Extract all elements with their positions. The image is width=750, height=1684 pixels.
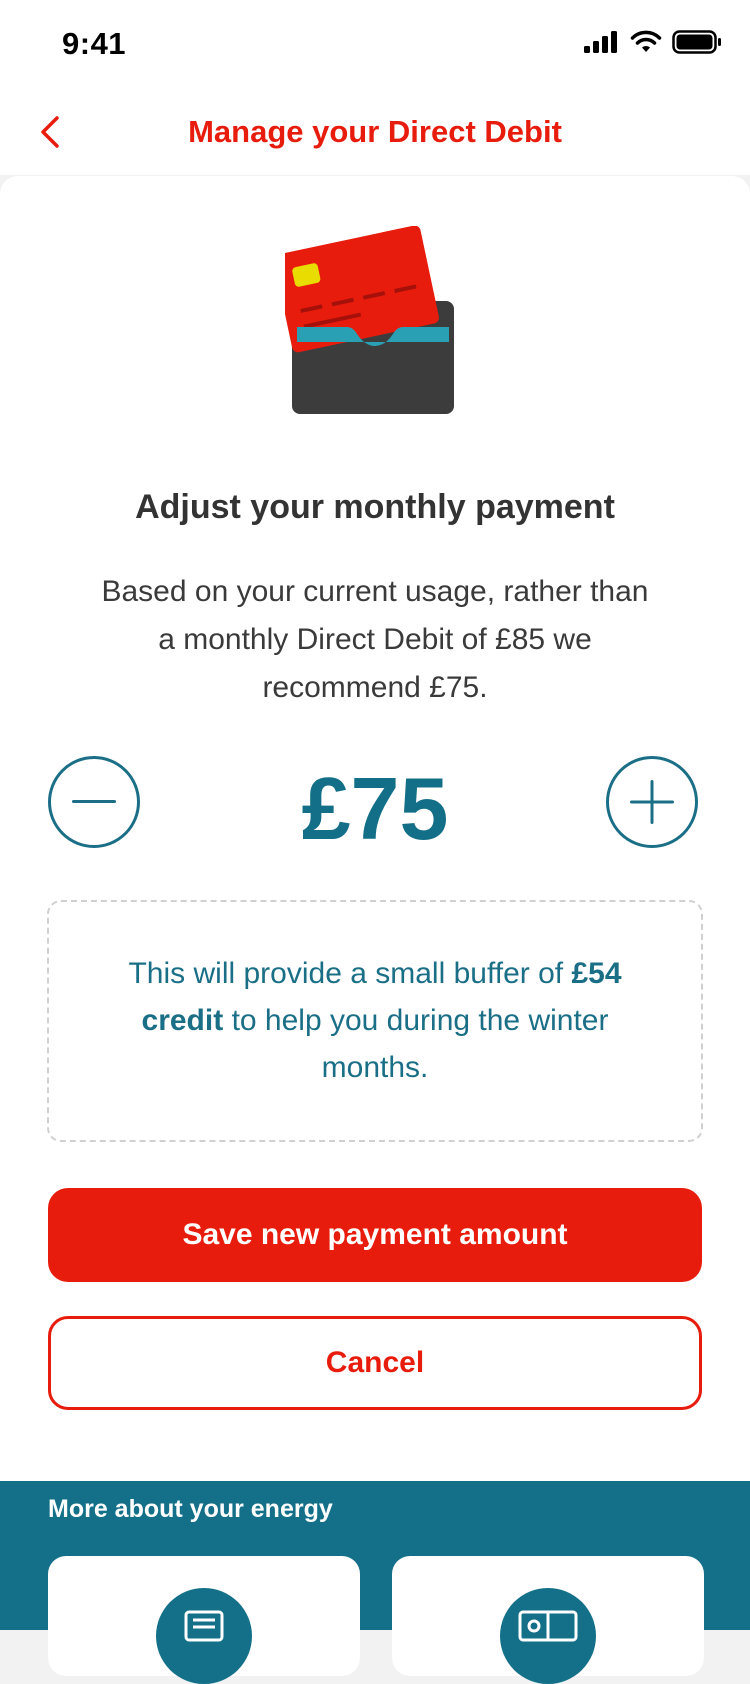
meter-icon — [518, 1610, 578, 1642]
plus-icon — [630, 780, 674, 824]
wallet-card-illustration — [273, 225, 465, 441]
recommendation-text: Based on your current usage, rather than… — [101, 575, 649, 704]
status-bar: 9:41 — [0, 0, 750, 90]
save-button[interactable]: Save new payment amount — [48, 1188, 702, 1282]
energy-tile-meter[interactable] — [392, 1556, 704, 1684]
wifi-icon — [630, 30, 662, 52]
increase-amount-button[interactable] — [606, 756, 698, 848]
wallet-card-icon — [273, 225, 454, 414]
tile-icon-badge — [500, 1588, 596, 1684]
main-card: Adjust your monthly payment Based on you… — [0, 176, 750, 1481]
more-section: More about your energy — [0, 1481, 750, 1684]
page-title: Manage your Direct Debit — [188, 114, 562, 149]
credit-info-box: This will provide a small buffer of £54 … — [47, 900, 703, 1142]
battery-icon — [672, 30, 721, 54]
status-icons — [584, 30, 722, 54]
info-suffix: to help you during the winter months. — [231, 1004, 609, 1084]
energy-tile-documents[interactable] — [48, 1556, 360, 1684]
status-time: 9:41 — [62, 26, 127, 61]
nav-bar: Manage your Direct Debit — [0, 90, 750, 175]
document-icon — [184, 1610, 224, 1642]
section-heading: Adjust your monthly payment — [135, 488, 615, 526]
credit-info-text: This will provide a small buffer of £54 … — [89, 950, 661, 1091]
tile-icon-badge — [156, 1588, 252, 1684]
cancel-button[interactable]: Cancel — [48, 1316, 702, 1410]
info-prefix: This will provide a small buffer of — [128, 957, 564, 990]
signal-icon — [584, 31, 617, 53]
more-section-title: More about your energy — [48, 1495, 333, 1523]
